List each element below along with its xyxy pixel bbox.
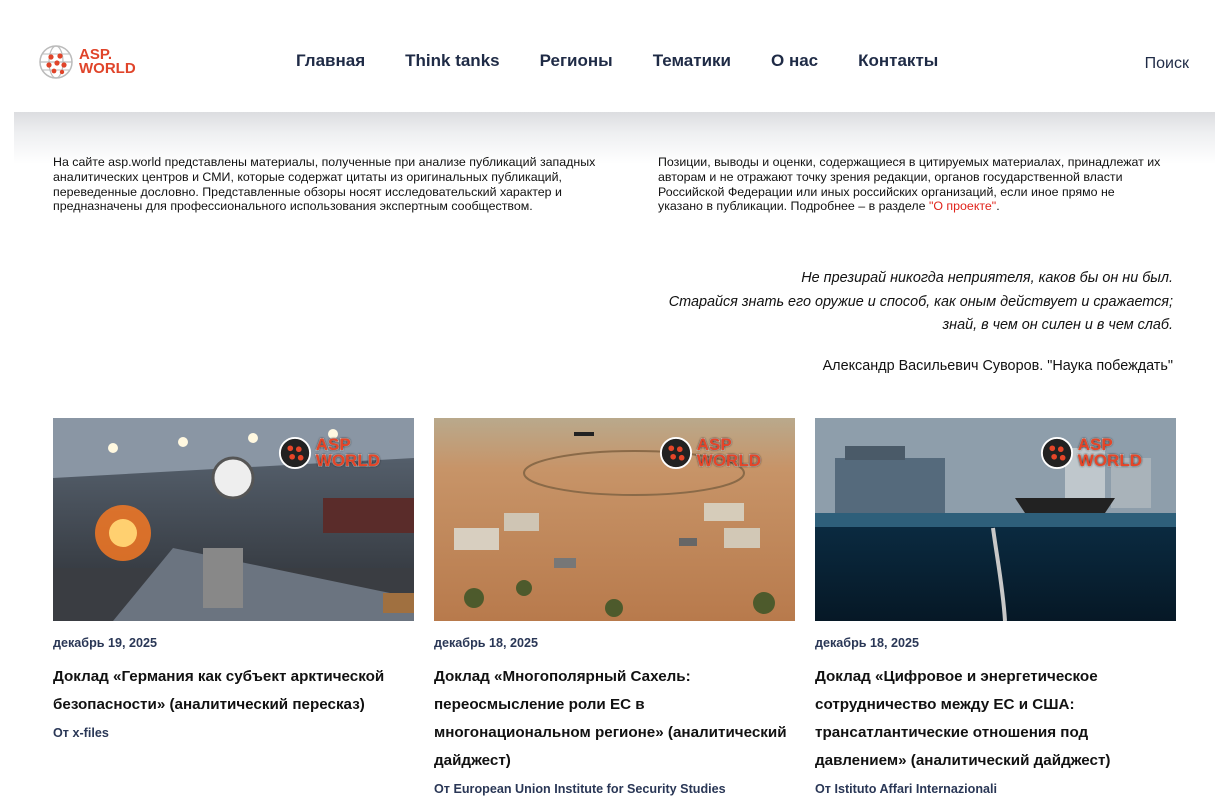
badge-text: ASP WORLD [696,436,761,470]
search-link[interactable]: Поиск [1145,55,1189,73]
badge-line2: WORLD [696,451,761,470]
nav-item-think-tanks[interactable]: Think tanks [405,51,499,71]
nav-item-topics[interactable]: Тематики [653,51,731,71]
badge-text: ASP WORLD [315,436,380,470]
asp-world-badge: ASP WORLD [1040,436,1143,470]
article-title[interactable]: Доклад «Многополярный Сахель: переосмысл… [434,663,795,775]
nav-item-about[interactable]: О нас [771,51,818,71]
intro-disclaimer-right: Позиции, выводы и оценки, содержащиеся в… [658,155,1163,214]
globe-icon [278,436,311,470]
article-author[interactable]: От x-files [53,726,414,740]
site-logo[interactable]: ASP. WORLD [38,44,138,80]
article-date: декабрь 18, 2025 [434,636,539,650]
article-date: декабрь 18, 2025 [815,636,920,650]
globe-icon [1040,436,1073,470]
article-title[interactable]: Доклад «Цифровое и энергетическое сотруд… [815,663,1176,775]
main-nav: Главная Think tanks Регионы Тематики О н… [296,51,978,71]
badge-line2: WORLD [1077,451,1142,470]
intro-right-text: Позиции, выводы и оценки, содержащиеся в… [658,155,1161,214]
asp-world-badge: ASP WORLD [659,436,762,470]
asp-world-badge: ASP WORLD [278,436,381,470]
logo-text: ASP. WORLD [79,47,136,77]
globe-icon [659,436,692,470]
intro-right-end: . [996,199,1000,214]
nav-item-contacts[interactable]: Контакты [858,51,938,71]
article-title[interactable]: Доклад «Германия как субъект арктической… [53,663,414,719]
article-image[interactable]: ASP WORLD [434,418,795,621]
article-card[interactable]: ASP WORLD декабрь 18, 2025 Доклад «Многоп… [434,418,795,796]
article-card[interactable]: ASP WORLD декабрь 18, 2025 Доклад «Цифров… [815,418,1176,796]
article-author[interactable]: От European Union Institute for Security… [434,782,795,796]
epigraph-quote: Не презирай никогда неприятеля, каков бы… [573,267,1173,338]
quote-line-1: Не презирай никогда неприятеля, каков бы… [801,270,1173,286]
globe-icon [39,45,73,79]
quote-line-3: знай, в чем он силен и в чем слаб. [942,317,1173,333]
about-project-link[interactable]: "О проекте" [929,199,996,213]
quote-line-2: Старайся знать его оружие и способ, как … [668,293,1173,310]
logo-line2: WORLD [79,60,136,77]
article-image[interactable]: ASP WORLD [815,418,1176,621]
badge-line2: WORLD [315,451,380,470]
article-date: декабрь 19, 2025 [53,636,158,650]
article-image[interactable]: ASP WORLD [53,418,414,621]
badge-text: ASP WORLD [1077,436,1142,470]
nav-item-regions[interactable]: Регионы [540,51,613,71]
intro-disclaimer-left: На сайте asp.world представлены материал… [53,155,596,214]
article-card[interactable]: ASP WORLD декабрь 19, 2025 Доклад «Герман… [53,418,414,740]
article-author[interactable]: От Istituto Affari Internazionali [815,782,1176,796]
nav-item-home[interactable]: Главная [296,51,365,71]
quote-author: Александр Васильевич Суворов. "Наука поб… [822,358,1173,374]
